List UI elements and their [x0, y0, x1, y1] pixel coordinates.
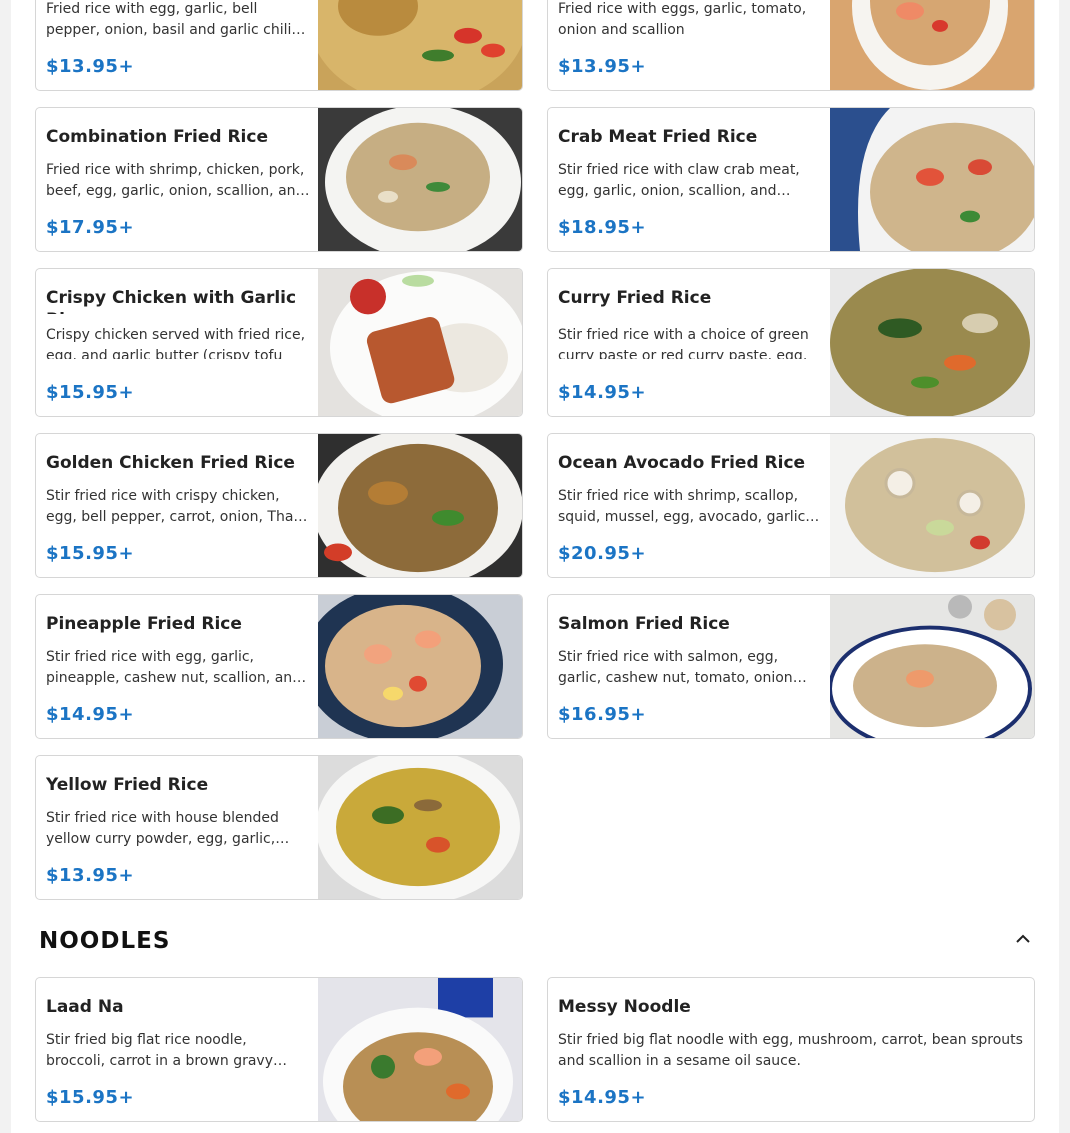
crab-fried-rice-photo[interactable]	[830, 108, 1034, 251]
menu-item-description: Stir fried rice with shrimp, scallop, sq…	[558, 488, 806, 525]
menu-item-text: Laad Na Stir fried big flat rice noodle,…	[46, 978, 310, 1121]
menu-item-price: $15.95+	[46, 543, 135, 564]
menu-item-price: $13.95+	[46, 865, 135, 886]
menu-item-card[interactable]: Fried rice with egg, garlic, bell pepper…	[35, 0, 523, 91]
menu-item-card[interactable]: Laad Na Stir fried big flat rice noodle,…	[35, 977, 523, 1122]
menu-item-description: Stir fried big flat rice noodle, broccol…	[46, 1032, 273, 1069]
menu-item-title: Curry Fried Rice	[558, 288, 712, 308]
menu-item-card[interactable]: Crispy Chicken with Garlic Rice Crispy c…	[35, 268, 523, 417]
salmon-fried-rice-photo[interactable]	[830, 595, 1034, 738]
menu-item-price: $14.95+	[558, 1087, 647, 1108]
menu-item-title: Combination Fried Rice	[46, 127, 268, 147]
menu-item-text: Fried rice with eggs, garlic, tomato, on…	[558, 0, 822, 90]
basil-fried-rice-photo[interactable]	[318, 0, 522, 90]
menu-item-card[interactable]: Combination Fried Rice Fried rice with s…	[35, 107, 523, 252]
menu-item-title: Crispy Chicken with Garlic Rice	[46, 288, 297, 314]
menu-item-title: Crab Meat Fried Rice	[558, 127, 758, 147]
menu-item-text: Yellow Fried Rice Stir fried rice with h…	[46, 756, 310, 899]
menu-item-card[interactable]: Curry Fried Rice Stir fried rice with a …	[547, 268, 1035, 417]
menu-item-title: Salmon Fried Rice	[558, 614, 730, 634]
menu-item-price: $13.95+	[46, 56, 135, 77]
menu-item-description: Stir fried rice with salmon, egg, garlic…	[558, 649, 793, 686]
menu-item-card[interactable]: Golden Chicken Fried Rice Stir fried ric…	[35, 433, 523, 578]
chevron-up-icon[interactable]	[1011, 928, 1035, 948]
menu-item-card[interactable]: Ocean Avocado Fried Rice Stir fried rice…	[547, 433, 1035, 578]
menu-item-description: Stir fried big flat noodle with egg, mus…	[558, 1032, 1023, 1069]
menu-item-price: $18.95+	[558, 217, 647, 238]
pineapple-fried-rice-photo[interactable]	[318, 595, 522, 738]
menu-item-description: Fried rice with egg, garlic, bell pepper…	[46, 1, 292, 38]
menu-item-price: $15.95+	[46, 1087, 135, 1108]
golden-chicken-fried-rice-photo[interactable]	[318, 434, 522, 577]
curry-fried-rice-photo[interactable]	[830, 269, 1034, 416]
menu-item-price: $15.95+	[46, 382, 135, 403]
menu-item-text: Messy Noodle Stir fried big flat noodle …	[558, 978, 1028, 1121]
menu-item-text: Crispy Chicken with Garlic Rice Crispy c…	[46, 269, 310, 416]
menu-item-description: Stir fried rice with claw crab meat, egg…	[558, 162, 800, 199]
yellow-fried-rice-photo[interactable]	[318, 756, 522, 899]
menu-item-price: $20.95+	[558, 543, 647, 564]
menu-item-description: Stir fried rice with egg, garlic, pineap…	[46, 649, 302, 686]
menu-item-description: Stir fried rice with crispy chicken, egg…	[46, 488, 298, 525]
menu-item-text: Crab Meat Fried Rice Stir fried rice wit…	[558, 108, 822, 251]
fried-rice-grid: Fried rice with egg, garlic, bell pepper…	[35, 0, 1035, 900]
menu-item-card[interactable]: Salmon Fried Rice Stir fried rice with s…	[547, 594, 1035, 739]
menu-item-description: Crispy chicken served with fried rice, e…	[46, 327, 306, 359]
menu-item-text: Combination Fried Rice Fried rice with s…	[46, 108, 310, 251]
menu-item-title: Pineapple Fried Rice	[46, 614, 242, 634]
menu-item-price: $13.95+	[558, 56, 647, 77]
menu-item-price: $16.95+	[558, 704, 647, 725]
menu-page: Fried rice with egg, garlic, bell pepper…	[11, 0, 1059, 1133]
menu-item-price: $14.95+	[558, 382, 647, 403]
menu-item-price: $17.95+	[46, 217, 135, 238]
menu-item-text: Curry Fried Rice Stir fried rice with a …	[558, 269, 822, 416]
noodles-grid: Laad Na Stir fried big flat rice noodle,…	[35, 977, 1035, 1122]
menu-item-price: $14.95+	[46, 704, 135, 725]
crispy-chicken-photo[interactable]	[318, 269, 522, 416]
menu-item-title: Laad Na	[46, 997, 124, 1017]
menu-item-card[interactable]: Pineapple Fried Rice Stir fried rice wit…	[35, 594, 523, 739]
menu-item-title: Ocean Avocado Fried Rice	[558, 453, 806, 473]
menu-item-text: Salmon Fried Rice Stir fried rice with s…	[558, 595, 822, 738]
shrimp-fried-rice-photo[interactable]	[830, 0, 1034, 90]
menu-item-title: Golden Chicken Fried Rice	[46, 453, 295, 473]
menu-item-text: Pineapple Fried Rice Stir fried rice wit…	[46, 595, 310, 738]
menu-item-card[interactable]: Messy Noodle Stir fried big flat noodle …	[547, 977, 1035, 1122]
menu-item-text: Golden Chicken Fried Rice Stir fried ric…	[46, 434, 310, 577]
noodles-section-header: NOODLES	[39, 928, 1035, 958]
menu-item-title: Yellow Fried Rice	[46, 775, 209, 795]
menu-item-description: Stir fried rice with a choice of green c…	[558, 327, 809, 359]
combination-fried-rice-photo[interactable]	[318, 108, 522, 251]
menu-item-description: Fried rice with eggs, garlic, tomato, on…	[558, 1, 807, 38]
menu-item-description: Stir fried rice with house blended yello…	[46, 810, 279, 847]
menu-item-text: Ocean Avocado Fried Rice Stir fried rice…	[558, 434, 822, 577]
menu-item-description: Fried rice with shrimp, chicken, pork, b…	[46, 162, 305, 199]
menu-item-title: Messy Noodle	[558, 997, 691, 1017]
menu-item-card[interactable]: Crab Meat Fried Rice Stir fried rice wit…	[547, 107, 1035, 252]
menu-item-card[interactable]: Yellow Fried Rice Stir fried rice with h…	[35, 755, 523, 900]
laad-na-photo[interactable]	[318, 978, 522, 1121]
ocean-avocado-fried-rice-photo[interactable]	[830, 434, 1034, 577]
section-title: NOODLES	[39, 928, 171, 954]
menu-item-card[interactable]: Fried rice with eggs, garlic, tomato, on…	[547, 0, 1035, 91]
menu-item-text: Fried rice with egg, garlic, bell pepper…	[46, 0, 310, 90]
